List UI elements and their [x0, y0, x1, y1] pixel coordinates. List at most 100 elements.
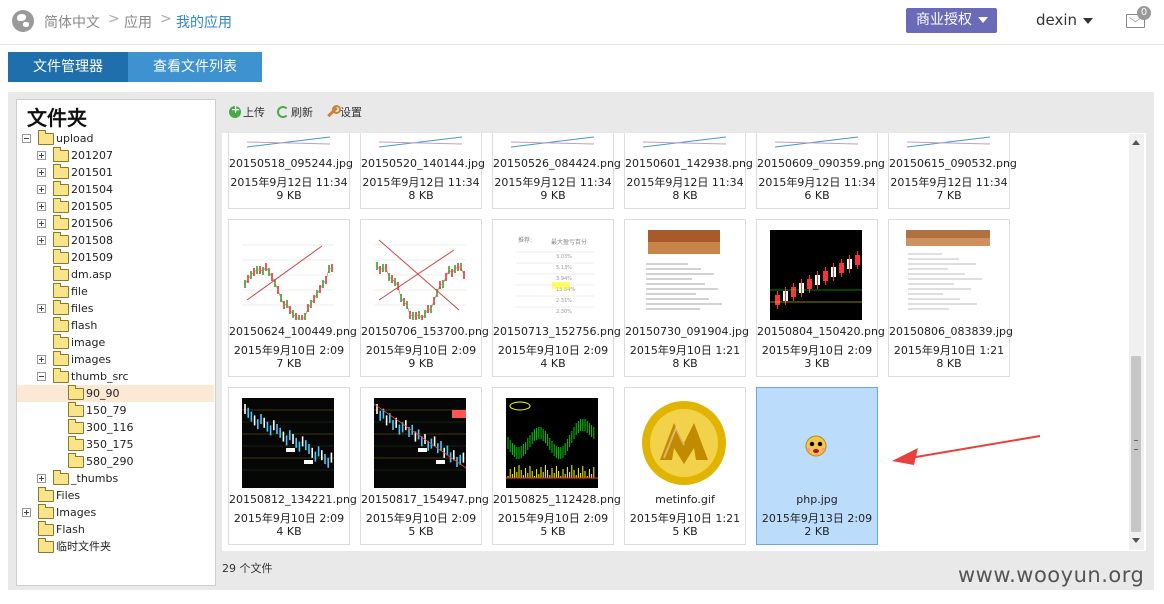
file-item[interactable]: 20150624_100449.png 2015年9月10日 2:09 7 KB — [228, 219, 357, 377]
tree-node[interactable]: 201504 — [17, 181, 214, 198]
file-item[interactable]: 20150804_150420.png 2015年9月10日 2:09 3 KB — [756, 219, 885, 377]
file-thumbnail — [638, 133, 730, 152]
collapse-icon[interactable] — [22, 134, 31, 143]
file-size: 3 KB — [804, 357, 830, 370]
tree-node-label: 150_79 — [86, 404, 127, 417]
tree-node[interactable]: image — [17, 334, 214, 351]
file-item[interactable]: 20150520_140144.jpg 2015年9月12日 11:34 8 KB — [360, 133, 485, 209]
tree-node[interactable]: 201506 — [17, 215, 214, 232]
expand-icon[interactable] — [37, 168, 46, 177]
file-item[interactable]: 20150526_084424.png 2015年9月12日 11:34 9 KB — [492, 133, 621, 209]
tree-node-label: 201508 — [71, 234, 113, 247]
file-name: 20150730_091904.jpg — [625, 325, 749, 338]
collapse-icon[interactable] — [37, 372, 46, 381]
file-item[interactable]: 20150609_090359.png 2015年9月12日 11:34 6 KB — [756, 133, 885, 209]
folder-icon — [53, 368, 69, 383]
file-size: 4 KB — [540, 357, 566, 370]
tree-node[interactable]: _thumbs — [17, 470, 214, 487]
expand-icon[interactable] — [22, 508, 31, 517]
tree-node[interactable]: thumb_src — [17, 368, 214, 385]
file-thumbnail — [374, 133, 466, 152]
file-item[interactable]: 20150706_153700.png 2015年9月10日 2:09 9 KB — [360, 219, 489, 377]
tree-node[interactable]: Images — [17, 504, 214, 521]
tree-node[interactable]: 201508 — [17, 232, 214, 249]
expand-icon[interactable] — [37, 202, 46, 211]
file-size: 8 KB — [672, 357, 698, 370]
file-item[interactable]: 20150825_112428.png 2015年9月10日 2:09 5 KB — [492, 387, 621, 545]
tree-node[interactable]: 300_116 — [17, 419, 214, 436]
folder-icon — [53, 300, 69, 315]
tree-node-label: 580_290 — [86, 455, 134, 468]
file-name: 20150806_083839.jpg — [889, 325, 1013, 338]
tree-node[interactable]: 90_90 — [17, 385, 214, 402]
expand-icon[interactable] — [37, 474, 46, 483]
tree-node[interactable]: 201207 — [17, 147, 214, 164]
file-item[interactable]: 20150518_095244.jpg 2015年9月12日 11:34 9 KB — [228, 133, 353, 209]
file-item[interactable]: 20150817_154947.png 2015年9月10日 2:09 5 KB — [360, 387, 489, 545]
tree-node[interactable]: Flash — [17, 521, 214, 538]
tree-node-label: 201504 — [71, 183, 113, 196]
expand-icon[interactable] — [37, 355, 46, 364]
file-item[interactable]: metinfo.gif 2015年9月10日 1:21 5 KB — [624, 387, 746, 545]
tab-file-list[interactable]: 查看文件列表 — [128, 52, 262, 82]
tree-node[interactable]: images — [17, 351, 214, 368]
tree-node[interactable]: 150_79 — [17, 402, 214, 419]
svg-text:2.30%: 2.30% — [556, 309, 572, 315]
expand-icon[interactable] — [37, 185, 46, 194]
scroll-down-arrow-icon[interactable] — [1132, 538, 1140, 543]
expand-icon[interactable] — [37, 151, 46, 160]
scrollbar-thumb[interactable] — [1131, 356, 1141, 532]
file-size: 2 KB — [804, 525, 830, 538]
tree-node[interactable]: dm.asp — [17, 266, 214, 283]
tree-node[interactable]: file — [17, 283, 214, 300]
tree-node[interactable]: 201509 — [17, 249, 214, 266]
breadcrumb-apps[interactable]: 应用 — [124, 12, 152, 32]
expand-icon[interactable] — [37, 219, 46, 228]
file-grid-scrollbar[interactable] — [1129, 134, 1144, 550]
file-item[interactable]: php.jpg 2015年9月13日 2:09 2 KB — [756, 387, 878, 545]
scroll-up-arrow-icon[interactable] — [1132, 140, 1140, 145]
tree-node[interactable]: Files — [17, 487, 214, 504]
globe-icon[interactable] — [12, 10, 34, 32]
user-menu[interactable]: dexin — [1036, 11, 1094, 29]
folder-icon — [68, 402, 84, 417]
tree-node[interactable]: 201501 — [17, 164, 214, 181]
file-name: 20150713_152756.png — [493, 325, 621, 338]
tree-node[interactable]: 201505 — [17, 198, 214, 215]
breadcrumb-my-apps[interactable]: 我的应用 — [176, 12, 232, 32]
tab-file-manager[interactable]: 文件管理器 — [8, 52, 128, 82]
file-item[interactable]: 20150812_134221.png 2015年9月10日 2:09 4 KB — [228, 387, 357, 545]
file-thumbnail — [506, 398, 598, 488]
file-item[interactable]: 推荐: 最大盈亏百分 3.03% 5.13% 3.94% 13.84% 2.31% 2.30%… — [492, 219, 621, 377]
tree-node[interactable]: 350_175 — [17, 436, 214, 453]
settings-button[interactable]: 设置 — [326, 104, 362, 120]
file-grid: 20150518_095244.jpg 2015年9月12日 11:34 9 KB 2… — [222, 133, 1146, 551]
svg-text:3.03%: 3.03% — [556, 254, 572, 260]
tree-node[interactable]: upload — [17, 130, 214, 147]
tree-node-label: 350_175 — [86, 438, 134, 451]
refresh-button[interactable]: 刷新 — [277, 104, 313, 120]
file-size: 7 KB — [936, 189, 962, 202]
wrench-icon — [326, 105, 341, 118]
tree-node-label: Files — [56, 489, 81, 502]
file-item[interactable]: 20150601_142938.png 2015年9月12日 11:34 8 KB — [624, 133, 753, 209]
tree-node[interactable]: 临时文件夹 — [17, 538, 214, 555]
breadcrumb-language[interactable]: 简体中文 — [44, 12, 100, 32]
file-thumbnail — [242, 230, 334, 323]
file-name: 20150518_095244.jpg — [229, 157, 353, 170]
file-name: 20150804_150420.png — [757, 325, 885, 338]
tree-node[interactable]: 580_290 — [17, 453, 214, 470]
file-item[interactable]: 20150806_083839.jpg 2015年9月10日 1:21 8 KB — [888, 219, 1013, 377]
tree-node[interactable]: flash — [17, 317, 214, 334]
commercial-license-button[interactable]: 商业授权 — [906, 8, 997, 33]
folder-icon — [68, 385, 84, 400]
upload-button[interactable]: 上传 — [229, 103, 265, 120]
file-item[interactable]: 20150730_091904.jpg 2015年9月10日 1:21 8 KB — [624, 219, 749, 377]
file-date: 2015年9月10日 2:09 — [365, 512, 477, 525]
expand-icon[interactable] — [37, 304, 46, 313]
file-size: 7 KB — [276, 357, 302, 370]
file-item[interactable]: 20150615_090532.png 2015年9月12日 11:34 7 KB — [888, 133, 1017, 209]
file-name: 20150526_084424.png — [493, 157, 621, 170]
expand-icon[interactable] — [37, 236, 46, 245]
tree-node[interactable]: files — [17, 300, 214, 317]
